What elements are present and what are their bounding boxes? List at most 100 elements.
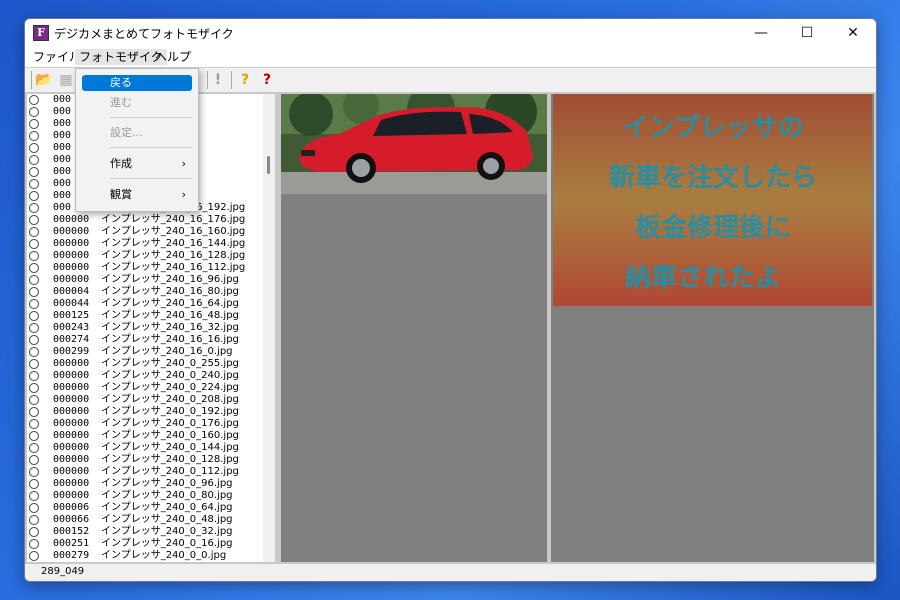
radio-icon[interactable] — [29, 407, 39, 417]
radio-icon[interactable] — [29, 467, 39, 477]
radio-icon[interactable] — [29, 227, 39, 237]
file-count: 000000 — [53, 394, 90, 405]
file-name: インプレッサ_240_0_255.jpg — [101, 358, 239, 369]
file-list-item[interactable]: 000274 インプレッサ_240_16_16.jpg — [27, 334, 275, 346]
file-list-item[interactable]: 000066 インプレッサ_240_0_48.jpg — [27, 514, 275, 526]
file-list-item[interactable]: 000044 インプレッサ_240_16_64.jpg — [27, 298, 275, 310]
radio-icon[interactable] — [29, 431, 39, 441]
file-name: インプレッサ_240_0_144.jpg — [101, 442, 239, 453]
radio-icon[interactable] — [29, 335, 39, 345]
radio-icon[interactable] — [29, 551, 39, 561]
file-list-item[interactable]: 000000 インプレッサ_240_0_128.jpg — [27, 454, 275, 466]
radio-icon[interactable] — [29, 287, 39, 297]
radio-icon[interactable] — [29, 107, 39, 117]
radio-icon[interactable] — [29, 203, 39, 213]
radio-icon[interactable] — [29, 251, 39, 261]
radio-icon[interactable] — [29, 323, 39, 333]
title-bar[interactable]: F デジカメまとめてフォトモザイク — ☐ ✕ — [25, 19, 876, 47]
file-list-item[interactable]: 000000 インプレッサ_240_0_255.jpg — [27, 358, 275, 370]
file-list-item[interactable]: 000000 インプレッサ_240_16_128.jpg — [27, 250, 275, 262]
radio-icon[interactable] — [29, 191, 39, 201]
file-list-item[interactable]: 000000 インプレッサ_240_0_176.jpg — [27, 418, 275, 430]
menu-item-settings[interactable]: 設定... — [82, 125, 192, 141]
radio-icon[interactable] — [29, 311, 39, 321]
file-list-item[interactable]: 000000 インプレッサ_240_0_224.jpg — [27, 382, 275, 394]
file-list-item[interactable]: 000251 インプレッサ_240_0_16.jpg — [27, 538, 275, 550]
menu-item-forward[interactable]: 進む — [82, 95, 192, 111]
radio-icon[interactable] — [29, 371, 39, 381]
menu-help[interactable]: ヘルプ — [151, 49, 195, 65]
scroll-thumb[interactable] — [267, 156, 270, 174]
radio-icon[interactable] — [29, 455, 39, 465]
file-name: インプレッサ_240_0_96.jpg — [101, 478, 233, 489]
radio-icon[interactable] — [29, 119, 39, 129]
file-list-item[interactable]: 000279 インプレッサ_240_0_0.jpg — [27, 550, 275, 562]
radio-icon[interactable] — [29, 143, 39, 153]
file-list-item[interactable]: 000125 インプレッサ_240_16_48.jpg — [27, 310, 275, 322]
file-count: 000000 — [53, 454, 90, 465]
radio-icon[interactable] — [29, 263, 39, 273]
radio-icon[interactable] — [29, 95, 39, 105]
radio-icon[interactable] — [29, 167, 39, 177]
close-button[interactable]: ✕ — [830, 19, 876, 47]
file-list-item[interactable]: 000000 インプレッサ_240_0_160.jpg — [27, 430, 275, 442]
radio-icon[interactable] — [29, 419, 39, 429]
radio-icon[interactable] — [29, 539, 39, 549]
radio-icon[interactable] — [29, 299, 39, 309]
file-list-item[interactable]: 000000 インプレッサ_240_0_80.jpg — [27, 490, 275, 502]
radio-icon[interactable] — [29, 215, 39, 225]
file-list-item[interactable]: 000000 インプレッサ_240_16_160.jpg — [27, 226, 275, 238]
file-list-item[interactable]: 000152 インプレッサ_240_0_32.jpg — [27, 526, 275, 538]
menu-item-back[interactable]: 戻る — [82, 75, 192, 91]
radio-icon[interactable] — [29, 383, 39, 393]
file-count: 000044 — [53, 298, 90, 309]
radio-icon[interactable] — [29, 491, 39, 501]
radio-icon[interactable] — [29, 347, 39, 357]
radio-icon[interactable] — [29, 395, 39, 405]
file-list-item[interactable]: 000000 インプレッサ_240_0_192.jpg — [27, 406, 275, 418]
file-list-item[interactable]: 000000 インプレッサ_240_0_112.jpg — [27, 466, 275, 478]
file-list-item[interactable]: 000299 インプレッサ_240_16_0.jpg — [27, 346, 275, 358]
radio-icon[interactable] — [29, 515, 39, 525]
file-list-item[interactable]: 000000 インプレッサ_240_0_96.jpg — [27, 478, 275, 490]
file-list-item[interactable]: 000000 インプレッサ_240_16_144.jpg — [27, 238, 275, 250]
menu-separator — [110, 117, 192, 118]
file-name: インプレッサ_240_16_160.jpg — [101, 226, 246, 237]
file-name: インプレッサ_240_16_64.jpg — [101, 298, 239, 309]
file-list-item[interactable]: 000004 インプレッサ_240_16_80.jpg — [27, 286, 275, 298]
file-list-item[interactable]: 000243 インプレッサ_240_16_32.jpg — [27, 322, 275, 334]
open-folder-icon[interactable]: 📂 — [35, 71, 53, 89]
exclamation-icon[interactable]: ! — [209, 71, 227, 89]
context-help-icon[interactable]: ? — [258, 71, 276, 89]
radio-icon[interactable] — [29, 155, 39, 165]
chevron-right-icon: › — [181, 157, 186, 170]
maximize-button[interactable]: ☐ — [784, 19, 830, 47]
radio-icon[interactable] — [29, 359, 39, 369]
file-list-item[interactable]: 000006 インプレッサ_240_0_64.jpg — [27, 502, 275, 514]
file-list-item[interactable]: 000000 インプレッサ_240_16_96.jpg — [27, 274, 275, 286]
radio-icon[interactable] — [29, 179, 39, 189]
file-name: インプレッサ_240_0_64.jpg — [101, 502, 233, 513]
radio-icon[interactable] — [29, 503, 39, 513]
file-list-item[interactable]: 000000 インプレッサ_240_0_208.jpg — [27, 394, 275, 406]
toolbar-separator — [31, 71, 32, 89]
help-question-icon[interactable]: ? — [236, 71, 254, 89]
radio-icon[interactable] — [29, 527, 39, 537]
file-count: 000000 — [53, 466, 90, 477]
mosaic-text-line: 新車を注文したら — [609, 162, 817, 193]
menu-item-view[interactable]: 観賞 › — [82, 187, 192, 203]
file-list-item[interactable]: 000000 インプレッサ_240_0_240.jpg — [27, 370, 275, 382]
minimize-button[interactable]: — — [738, 19, 784, 47]
radio-icon[interactable] — [29, 239, 39, 249]
file-list-item[interactable]: 000000 インプレッサ_240_16_176.jpg — [27, 214, 275, 226]
radio-icon[interactable] — [29, 443, 39, 453]
radio-icon[interactable] — [29, 275, 39, 285]
file-list-item[interactable]: 000000 インプレッサ_240_0_144.jpg — [27, 442, 275, 454]
radio-icon[interactable] — [29, 479, 39, 489]
menu-item-create[interactable]: 作成 › — [82, 156, 192, 172]
file-name: インプレッサ_240_16_128.jpg — [101, 250, 246, 261]
file-list-scrollbar[interactable] — [263, 94, 275, 562]
radio-icon[interactable] — [29, 131, 39, 141]
file-count: 000000 — [53, 418, 90, 429]
file-list-item[interactable]: 000000 インプレッサ_240_16_112.jpg — [27, 262, 275, 274]
